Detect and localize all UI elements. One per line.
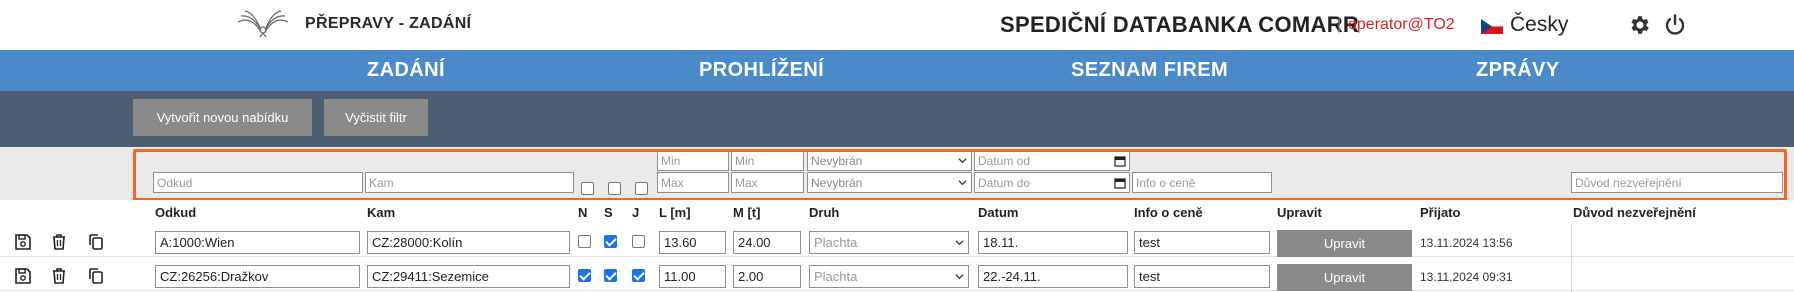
mass-min-input[interactable]: [731, 150, 804, 171]
table-row: A:1000:Wien CZ:28000:Kolín 13.60 24.00 P…: [0, 224, 1794, 257]
chevron-down-icon: [955, 274, 964, 280]
save-icon[interactable]: [14, 233, 32, 251]
row-j-checkbox[interactable]: [632, 269, 645, 282]
app-title: SPEDIČNÍ DATABANKA COMARR: [1000, 12, 1360, 37]
power-icon[interactable]: [1663, 13, 1687, 37]
type-filter-select-top[interactable]: Nevybrán: [807, 150, 972, 171]
date-from-input[interactable]: [974, 150, 1130, 171]
col-price: Info o ceně: [1134, 205, 1203, 220]
col-j: J: [632, 205, 640, 220]
row-date-input[interactable]: 22.-24.11.: [978, 265, 1128, 288]
row-mass-input[interactable]: 2.00: [733, 265, 801, 288]
row-to-input[interactable]: CZ:28000:Kolín: [367, 231, 570, 254]
mass-max-input[interactable]: [731, 172, 804, 193]
row-type-value: Plachta: [814, 235, 858, 250]
col-n: N: [578, 205, 588, 220]
trash-icon[interactable]: [50, 267, 68, 285]
reason-filter-input[interactable]: [1571, 172, 1783, 193]
row-type-select[interactable]: Plachta: [809, 265, 969, 288]
col-length: L [m]: [659, 205, 691, 220]
col-type: Druh: [809, 205, 840, 220]
column-divider: [1571, 224, 1572, 292]
winged-logo-icon: [237, 10, 289, 38]
col-s: S: [604, 205, 613, 220]
n-filter-checkbox[interactable]: [581, 182, 594, 195]
length-min-input[interactable]: [657, 150, 729, 171]
type-filter-top-value: Nevybrán: [811, 153, 863, 168]
row-edit-button[interactable]: Upravit: [1277, 264, 1412, 291]
row-s-checkbox[interactable]: [604, 235, 617, 248]
calendar-icon[interactable]: [1114, 155, 1126, 167]
top-header: PŘEPRAVY - ZADÁNÍ SPEDIČNÍ DATABANKA COM…: [0, 0, 1794, 50]
copy-icon[interactable]: [87, 233, 105, 251]
page-title: PŘEPRAVY - ZADÁNÍ: [305, 15, 472, 32]
row-received: 13.11.2024 13:56: [1420, 236, 1513, 250]
user-login[interactable]: operator@TO2: [1348, 16, 1455, 34]
toolbar: Vytvořit novou nabídku Vyčistit filtr: [0, 91, 1794, 147]
header-separator: |: [1337, 16, 1342, 33]
nav-item-zpravy[interactable]: ZPRÁVY: [1476, 59, 1560, 82]
table-row: CZ:26256:Dražkov CZ:29411:Sezemice 11.00…: [0, 258, 1794, 291]
row-type-value: Plachta: [814, 269, 858, 284]
j-filter-checkbox[interactable]: [635, 182, 648, 195]
calendar-icon[interactable]: [1114, 177, 1126, 189]
chevron-down-icon: [958, 158, 967, 164]
gear-icon[interactable]: [1628, 13, 1652, 37]
nav-item-prohlizeni[interactable]: PROHLÍŽENÍ: [699, 59, 824, 82]
row-j-checkbox[interactable]: [632, 235, 645, 248]
row-to-input[interactable]: CZ:29411:Sezemice: [367, 265, 570, 288]
new-offer-button[interactable]: Vytvořit novou nabídku: [133, 99, 312, 136]
col-mass: M [t]: [733, 205, 761, 220]
type-filter-bottom-value: Nevybrán: [811, 175, 863, 190]
clear-filter-button[interactable]: Vyčistit filtr: [324, 99, 428, 136]
length-max-input[interactable]: [657, 172, 729, 193]
col-received: Přijato: [1420, 205, 1461, 220]
nav-item-zadani[interactable]: ZADÁNÍ: [367, 59, 445, 82]
trash-icon[interactable]: [50, 233, 68, 251]
to-filter-input[interactable]: [365, 172, 574, 193]
save-icon[interactable]: [14, 267, 32, 285]
filter-area: Nevybrán Nevybrán: [0, 147, 1794, 200]
row-s-checkbox[interactable]: [604, 269, 617, 282]
date-to-input[interactable]: [974, 172, 1130, 193]
nav-item-seznam-firem[interactable]: SEZNAM FIREM: [1071, 59, 1228, 82]
row-n-checkbox[interactable]: [578, 269, 591, 282]
row-edit-button[interactable]: Upravit: [1277, 230, 1412, 257]
row-date-input[interactable]: 18.11.: [978, 231, 1128, 254]
col-edit: Upravit: [1277, 205, 1322, 220]
col-reason: Důvod nezveřejnění: [1573, 205, 1696, 220]
row-price-input[interactable]: test: [1134, 231, 1270, 254]
s-filter-checkbox[interactable]: [608, 182, 621, 195]
price-filter-input[interactable]: [1132, 172, 1272, 193]
row-from-input[interactable]: A:1000:Wien: [155, 231, 360, 254]
row-type-select[interactable]: Plachta: [809, 231, 969, 254]
row-n-checkbox[interactable]: [578, 235, 591, 248]
language-selector[interactable]: Česky: [1510, 13, 1568, 37]
row-mass-input[interactable]: 24.00: [733, 231, 801, 254]
table-header: Odkud Kam N S J L [m] M [t] Druh Datum I…: [0, 200, 1794, 224]
row-length-input[interactable]: 13.60: [659, 231, 726, 254]
copy-icon[interactable]: [87, 267, 105, 285]
chevron-down-icon: [955, 240, 964, 246]
col-from: Odkud: [155, 205, 197, 220]
col-to: Kam: [367, 205, 396, 220]
main-nav: ZADÁNÍ PROHLÍŽENÍ SEZNAM FIREM ZPRÁVY: [0, 50, 1794, 91]
type-filter-select-bottom[interactable]: Nevybrán: [807, 172, 972, 193]
row-received: 13.11.2024 09:31: [1420, 270, 1513, 284]
from-filter-input[interactable]: [153, 172, 363, 193]
row-length-input[interactable]: 11.00: [659, 265, 726, 288]
row-price-input[interactable]: test: [1134, 265, 1270, 288]
chevron-down-icon: [958, 180, 967, 186]
row-from-input[interactable]: CZ:26256:Dražkov: [155, 265, 360, 288]
czech-flag-icon[interactable]: [1481, 19, 1503, 34]
col-date: Datum: [978, 205, 1019, 220]
